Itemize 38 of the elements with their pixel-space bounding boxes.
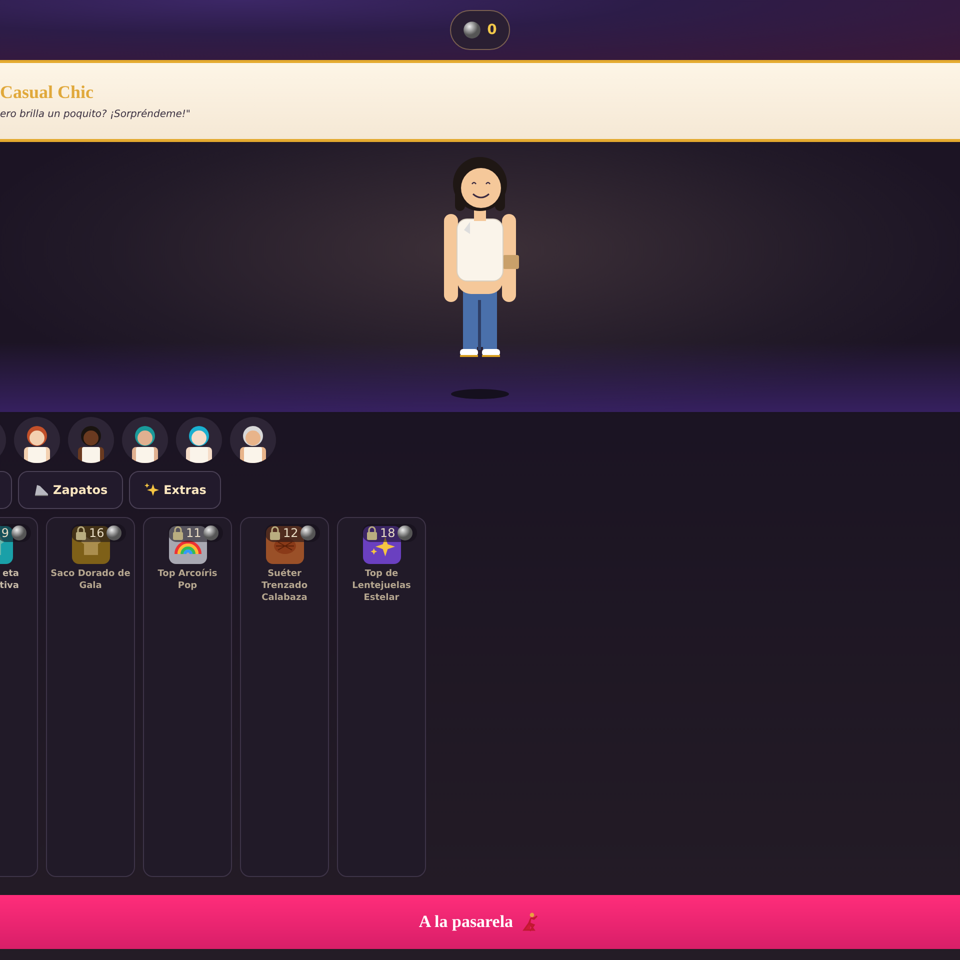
avatar-option[interactable]	[230, 417, 276, 463]
lock-icon	[269, 526, 281, 540]
outfit-quote: ero brilla un poquito? ¡Sorpréndeme!"	[0, 109, 192, 120]
item-card[interactable]: 18 Top de Lentejuelas Estelar	[337, 517, 426, 877]
item-name: Top Arcoíris Pop	[156, 568, 218, 592]
avatar-option[interactable]	[122, 417, 168, 463]
sneaker-icon	[33, 483, 49, 497]
lock-icon	[366, 526, 378, 540]
coin-icon	[11, 525, 27, 541]
item-name: Suéter Trenzado Calabaza	[260, 568, 309, 604]
item-card[interactable]: 11 Top Arcoíris Pop	[143, 517, 232, 877]
price-amount: 12	[283, 526, 298, 540]
coin-count: 0	[487, 22, 497, 38]
avatar-option[interactable]	[176, 417, 222, 463]
lock-icon	[75, 526, 87, 540]
coin-icon	[300, 525, 316, 541]
lock-icon	[172, 526, 184, 540]
price-amount: 18	[380, 526, 396, 540]
coin-icon	[106, 525, 122, 541]
item-card[interactable]: 9 eta tiva	[0, 517, 38, 877]
category-tab[interactable]: Zapatos	[18, 471, 123, 509]
price-amount: 16	[89, 526, 104, 540]
item-name: Top de Lentejuelas Estelar	[351, 568, 412, 604]
avatar-option[interactable]	[14, 417, 60, 463]
runway-button[interactable]: A la pasarela	[0, 895, 960, 949]
price-amount: 9	[1, 526, 9, 540]
item-card[interactable]: 12 Suéter Trenzado Calabaza	[240, 517, 329, 877]
sparkles-icon	[144, 482, 160, 498]
coin-icon	[203, 525, 220, 541]
price-amount: 11	[186, 526, 202, 540]
coin-icon	[463, 21, 482, 39]
item-name: eta tiva	[0, 568, 20, 592]
outfit-title: Casual Chic	[0, 82, 95, 103]
item-card[interactable]: 16 Saco Dorado de Gala	[46, 517, 135, 877]
category-tab[interactable]: Extras	[128, 471, 222, 509]
coin-icon	[397, 525, 414, 541]
item-name: Saco Dorado de Gala	[50, 568, 130, 592]
avatar-option[interactable]	[68, 417, 114, 463]
